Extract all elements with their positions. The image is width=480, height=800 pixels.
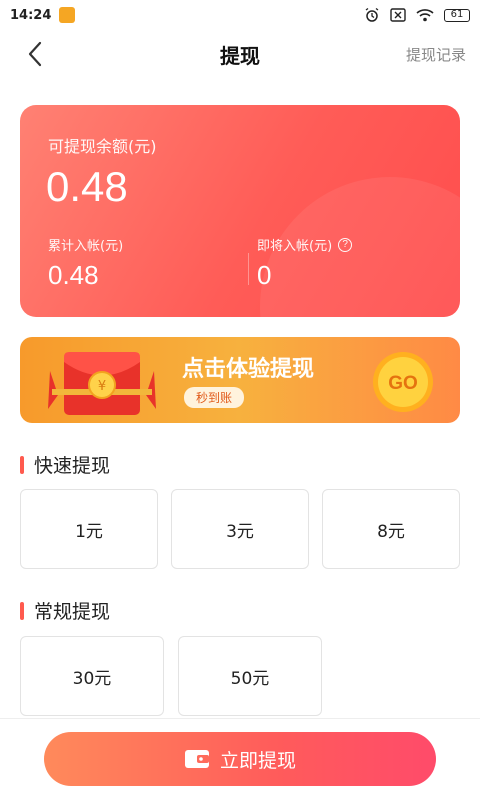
sim-blocked-icon — [390, 8, 406, 22]
wifi-icon — [416, 9, 434, 22]
total-income-label: 累计入帐(元) — [48, 239, 124, 254]
pending-income-header: 即将入帐(元) ? — [257, 235, 353, 254]
status-time: 14:24 — [10, 7, 52, 23]
chevron-left-icon — [28, 41, 42, 67]
promo-title: 点击体验提现 — [182, 357, 315, 382]
amount-option-8[interactable]: 8元 — [322, 489, 460, 569]
pending-income-value: 0 — [257, 260, 272, 290]
nav-bar: 提现 提现记录 — [0, 30, 480, 78]
withdraw-history-link[interactable]: 提现记录 — [406, 44, 466, 65]
balance-value: 0.48 — [46, 163, 128, 210]
alarm-icon — [365, 7, 379, 22]
status-bar: 14:24 61 — [0, 0, 480, 30]
pending-income: 即将入帐(元) ? 0 — [257, 235, 353, 291]
withdraw-now-label: 立即提现 — [219, 749, 296, 772]
regular-withdraw-title: 常规提现 — [20, 597, 110, 624]
wallet-icon — [184, 750, 209, 768]
pending-income-label: 即将入帐(元) — [257, 239, 333, 254]
total-income-value: 0.48 — [48, 260, 99, 290]
page-title: 提现 — [220, 43, 260, 68]
status-icons: 61 — [364, 7, 470, 23]
packet-yuan-symbol: ¥ — [98, 379, 106, 394]
promo-banner[interactable]: ¥ 点击体验提现 秒到账 GO — [20, 337, 460, 423]
amount-option-30[interactable]: 30元 — [20, 636, 164, 716]
go-button[interactable]: GO — [372, 351, 434, 413]
total-income: 累计入帐(元) 0.48 — [48, 235, 123, 291]
regular-withdraw-label: 常规提现 — [34, 601, 111, 623]
balance-label: 可提现余额(元) — [48, 137, 157, 156]
battery-indicator: 61 — [444, 8, 470, 22]
help-icon[interactable]: ? — [338, 237, 353, 252]
promo-tag: 秒到账 — [184, 387, 245, 408]
fast-withdraw-label: 快速提现 — [34, 455, 111, 477]
amount-option-1[interactable]: 1元 — [20, 489, 158, 569]
card-divider — [248, 253, 249, 285]
go-label: GO — [388, 373, 418, 394]
amount-option-3[interactable]: 3元 — [171, 489, 309, 569]
withdraw-now-button[interactable]: 立即提现 — [44, 732, 436, 786]
app-notification-icon — [59, 7, 76, 23]
balance-card: 可提现余额(元) 0.48 累计入帐(元) 0.48 即将入帐(元) ? 0 — [20, 105, 460, 317]
amount-option-50[interactable]: 50元 — [178, 636, 322, 716]
back-button[interactable] — [22, 40, 48, 68]
red-packet-icon: ¥ — [48, 352, 156, 415]
section-accent-bar — [20, 455, 24, 474]
fast-withdraw-title: 快速提现 — [20, 451, 110, 478]
section-accent-bar — [20, 601, 24, 620]
